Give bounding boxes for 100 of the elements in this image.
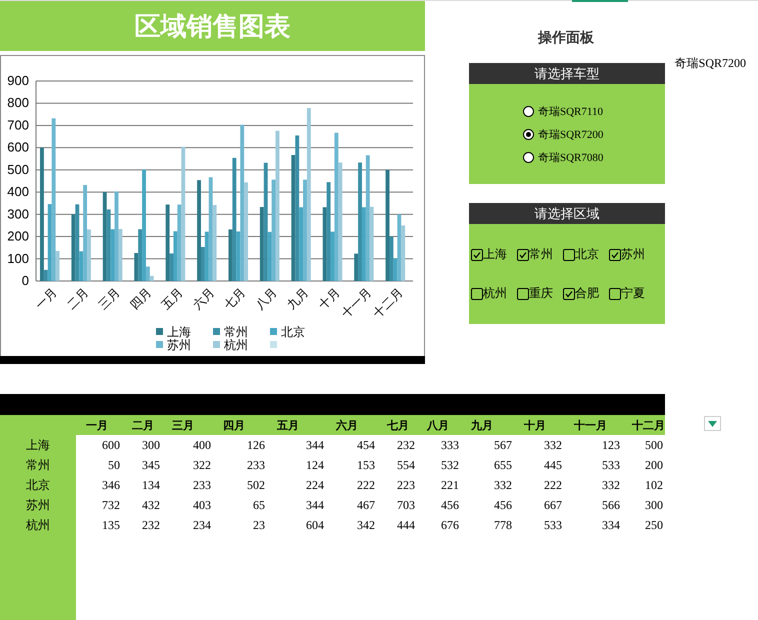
table-cell-text: 332 [543,436,563,454]
panel-title: 操作面板 [538,29,594,47]
checkmark-icon [565,290,573,298]
table-cell-text: 676 [440,516,460,534]
table-cell-text: 732 [101,496,121,514]
table-cell-text: 232 [141,516,161,534]
table-cell-text: 655 [493,456,513,474]
radio-option[interactable]: 奇瑞SQR7200 [523,126,604,142]
axis-category-label: 五月 [158,285,186,312]
table-cell-text: 332 [493,476,513,494]
checkbox[interactable] [609,288,621,300]
table-cell-text: 500 [644,436,664,454]
radio-icon[interactable] [523,106,534,116]
axis-tick-label: 200 [7,228,29,244]
column-header: 九月 [461,415,514,435]
table-cell-text: 123 [601,436,621,454]
column-header: 六月 [326,415,377,435]
section-header: 请选择车型 [469,63,665,84]
table-cell-text: 65 [252,496,266,514]
column-header: 七月 [377,415,417,435]
axis-category-label: 九月 [284,285,312,312]
axis-category-label: 三月 [96,285,123,312]
checkbox[interactable] [563,288,575,300]
table-cell-text: 222 [543,476,563,494]
table-cell-text: 234 [192,516,212,534]
selected-model-text: 奇瑞SQR7200 [674,55,746,72]
table-cell-text: 300 [644,496,664,514]
checkmark-icon [473,250,481,258]
table-cell-text: 233 [192,476,212,494]
column-header: 五月 [267,415,326,435]
checkbox[interactable] [563,248,575,260]
table-cell-text: 50 [107,456,121,474]
axis-category-label: 七月 [221,285,248,312]
checkbox-option[interactable]: 重庆 [517,285,553,302]
legend-label: 苏州 [167,338,191,352]
column-header: 八月 [417,415,461,435]
checkbox-option[interactable]: 宁夏 [609,285,645,302]
table-cell-text: 456 [440,496,460,514]
legend-label: 常州 [224,325,248,339]
table-cell-text: 445 [543,456,563,474]
legend-swatch [270,341,277,348]
table-cell-text: 703 [396,496,416,514]
table-cell-text: 153 [356,456,376,474]
checkbox-option[interactable]: 苏州 [609,246,645,263]
radio-icon[interactable] [523,152,534,162]
column-header: 十一月 [564,415,622,435]
column-header: 十月 [514,415,564,435]
table-cell-text: 600 [101,436,121,454]
table-cell-text: 102 [644,476,664,494]
table-cell-text: 467 [356,496,376,514]
table-cell-text: 533 [601,456,621,474]
table-cell-text: 223 [396,476,416,494]
axis-category-label: 四月 [127,285,154,312]
table-cell-text: 604 [305,516,325,534]
legend-label: 北京 [281,325,305,339]
axis-category-label: 二月 [64,285,92,312]
dropdown-button[interactable] [704,416,721,431]
checkbox-option[interactable]: 北京 [563,246,599,263]
table-cell-text: 334 [601,516,621,534]
table-cell-text: 403 [192,496,212,514]
legend-label: 杭州 [224,338,248,352]
column-header: 三月 [162,415,213,435]
row-header: 杭州 [0,515,76,535]
axis-category-label: 一月 [32,285,60,312]
column-header: 一月 [76,415,122,435]
table-cell-text: 233 [246,456,266,474]
radio-icon[interactable] [523,128,534,140]
checkbox-option[interactable]: 常州 [517,246,553,263]
axis-tick-label: 800 [7,95,29,110]
table-cell-text: 454 [356,436,376,454]
checkbox[interactable] [517,288,529,300]
checkbox[interactable] [609,248,621,260]
column-header: 二月 [122,415,162,435]
checkbox[interactable] [517,248,529,260]
table-cell-text: 567 [493,436,513,454]
checkbox[interactable] [471,248,483,260]
radio-option[interactable]: 奇瑞SQR7080 [523,150,604,164]
axis-tick-label: 500 [7,162,29,177]
table-cell-text: 224 [305,476,325,494]
checkbox-option[interactable]: 上海 [471,246,507,263]
radio-option[interactable]: 奇瑞SQR7110 [523,104,603,118]
axis-tick-label: 0 [22,273,29,288]
checkbox[interactable] [471,288,483,300]
table-cell-text: 502 [246,476,266,494]
table-cell-text: 23 [252,516,266,534]
row-header: 常州 [0,455,76,475]
table-cell-text: 135 [101,516,121,534]
row-header: 北京 [0,475,76,495]
checkbox-option[interactable]: 合肥 [563,285,599,302]
table-cell-text: 444 [396,516,416,534]
axis-tick-label: 900 [7,73,29,88]
table-cell-text: 126 [246,436,266,454]
table-cell-text: 332 [601,476,621,494]
caret-icon [708,420,717,426]
table-cell-text: 322 [192,456,212,474]
table-cell-text: 432 [141,496,161,514]
checkbox-option[interactable]: 杭州 [471,285,507,302]
axis-category-label: 六月 [190,285,217,312]
axis-tick-label: 100 [7,250,29,266]
checkmark-icon [519,250,527,258]
